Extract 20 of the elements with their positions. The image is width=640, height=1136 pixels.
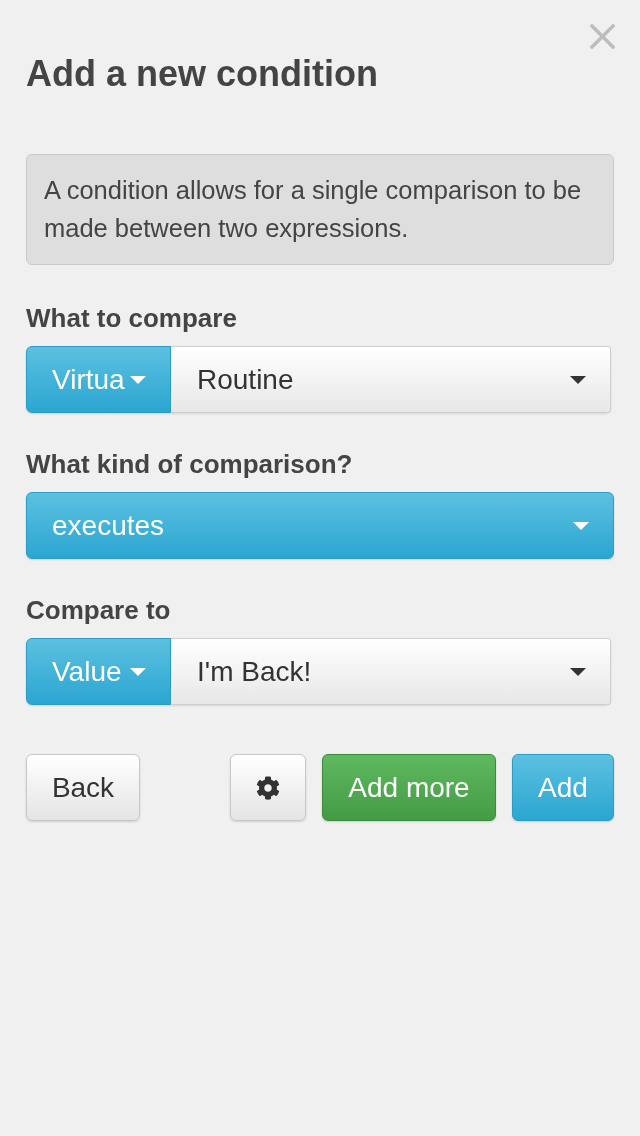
operand-dropdown[interactable]: Routine (171, 346, 611, 413)
type-dropdown[interactable]: Value (26, 638, 171, 705)
settings-button[interactable] (230, 754, 306, 821)
caret-icon (573, 521, 589, 530)
operand-dropdown[interactable]: I'm Back! (171, 638, 611, 705)
caret-icon (130, 375, 146, 384)
dialog-title: Add a new condition (26, 54, 378, 94)
info-message: A condition allows for a single comparison to be made between two expressions. (26, 154, 614, 265)
field-label: What kind of comparison? (26, 449, 353, 479)
field-label: What to compare (26, 303, 237, 333)
field-label: Compare to (26, 595, 171, 625)
add-button[interactable]: Add (512, 754, 614, 821)
caret-icon (130, 667, 146, 676)
add-more-button[interactable]: Add more (322, 754, 496, 821)
back-button[interactable]: Back (26, 754, 140, 821)
comparison-dropdown[interactable]: executes (26, 492, 614, 559)
caret-icon (570, 667, 586, 676)
type-dropdown[interactable]: Virtua (26, 346, 171, 413)
caret-icon (570, 375, 586, 384)
gear-icon (256, 775, 280, 800)
